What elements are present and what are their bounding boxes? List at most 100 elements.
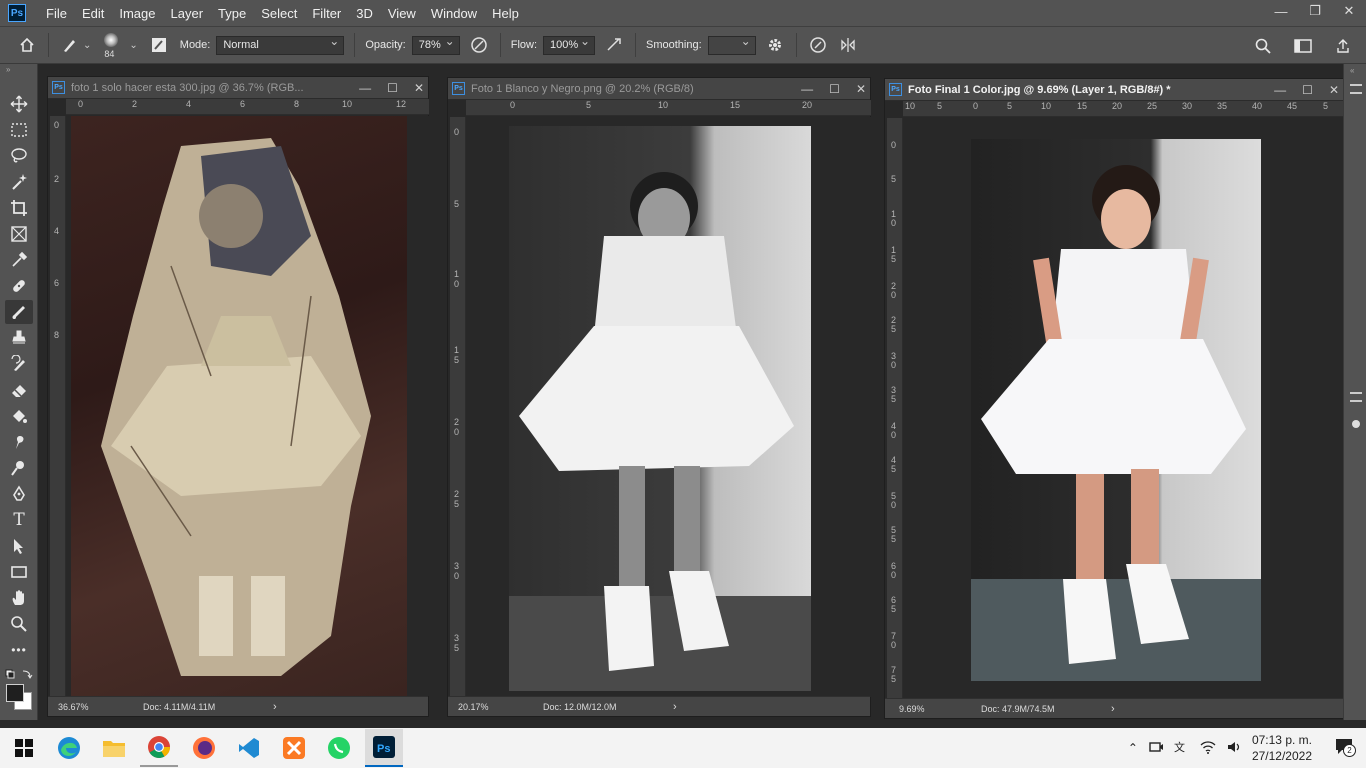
canvas[interactable] <box>904 118 1324 698</box>
chevron-down-icon[interactable]: ⌄ <box>129 40 137 51</box>
brush-size-picker[interactable]: 84 <box>99 30 125 60</box>
menu-window[interactable]: Window <box>431 6 477 21</box>
zoom-level[interactable]: 36.67% <box>58 702 143 712</box>
zoom-tool-icon[interactable] <box>5 612 33 636</box>
swap-colors-icon[interactable] <box>5 668 35 680</box>
smoothing-input[interactable] <box>707 34 756 55</box>
panel-menu-icon[interactable] <box>1350 392 1362 402</box>
chevron-right-icon[interactable]: › <box>673 701 677 713</box>
xampp-icon[interactable] <box>275 729 313 767</box>
notification-center-icon[interactable]: 2 <box>1334 736 1358 760</box>
marquee-tool-icon[interactable] <box>5 118 33 142</box>
mode-select[interactable]: Normal <box>216 34 345 55</box>
home-icon[interactable] <box>16 34 38 56</box>
edge-icon[interactable] <box>50 729 88 767</box>
doc-close-button[interactable]: ✕ <box>414 81 424 95</box>
chevron-up-icon[interactable]: ⌃ <box>1128 741 1138 755</box>
collapse-icon[interactable]: « <box>1350 66 1354 75</box>
chevron-right-icon[interactable]: › <box>1111 703 1115 715</box>
wifi-icon[interactable] <box>1200 739 1216 758</box>
search-icon[interactable] <box>1252 35 1274 57</box>
menu-help[interactable]: Help <box>492 6 519 21</box>
vertical-ruler[interactable]: 0 2 4 6 8 <box>50 116 66 696</box>
frame-tool-icon[interactable] <box>5 222 33 246</box>
close-button[interactable]: ✕ <box>1332 0 1366 22</box>
doc-minimize-button[interactable]: — <box>1274 83 1286 97</box>
healing-brush-tool-icon[interactable] <box>5 274 33 298</box>
flow-input[interactable]: 100% <box>543 34 595 55</box>
canvas[interactable] <box>467 117 871 697</box>
panel-menu-icon[interactable] <box>1350 84 1362 94</box>
document-tab[interactable]: Ps Foto 1 Blanco y Negro.png @ 20.2% (RG… <box>448 78 870 100</box>
photoshop-taskbar-icon[interactable]: Ps <box>365 729 403 767</box>
restore-button[interactable]: ❐ <box>1298 0 1332 22</box>
system-clock[interactable]: 07:13 p. m. 27/12/2022 <box>1252 732 1312 764</box>
horizontal-ruler[interactable]: 10 5 0 5 10 15 20 25 30 35 40 45 5 <box>903 101 1344 117</box>
menu-filter[interactable]: Filter <box>312 6 341 21</box>
chevron-right-icon[interactable]: › <box>273 701 277 713</box>
menu-3d[interactable]: 3D <box>356 6 373 21</box>
clone-stamp-tool-icon[interactable] <box>5 326 33 350</box>
symmetry-icon[interactable] <box>837 34 859 56</box>
doc-close-button[interactable]: ✕ <box>1329 83 1339 97</box>
menu-image[interactable]: Image <box>119 6 155 21</box>
whatsapp-icon[interactable] <box>320 729 358 767</box>
doc-minimize-button[interactable]: — <box>801 82 813 96</box>
airbrush-icon[interactable] <box>603 34 625 56</box>
rectangle-tool-icon[interactable] <box>5 560 33 584</box>
menu-type[interactable]: Type <box>218 6 246 21</box>
share-icon[interactable] <box>1332 35 1354 57</box>
doc-maximize-button[interactable]: ☐ <box>829 82 840 96</box>
brush-preset-icon[interactable] <box>59 34 81 56</box>
paint-bucket-tool-icon[interactable] <box>5 404 33 428</box>
horizontal-ruler[interactable]: 0 2 4 6 8 10 12 <box>66 99 429 115</box>
horizontal-ruler[interactable]: 0 5 10 15 20 <box>466 100 871 116</box>
vertical-ruler[interactable]: 0 5 1 0 1 5 2 0 2 5 3 0 3 5 <box>450 117 466 697</box>
smudge-tool-icon[interactable] <box>5 430 33 454</box>
brush-tool-icon[interactable] <box>5 300 33 324</box>
pen-tool-icon[interactable] <box>5 482 33 506</box>
zoom-level[interactable]: 9.69% <box>899 704 981 714</box>
crop-tool-icon[interactable] <box>5 196 33 220</box>
chrome-icon[interactable] <box>140 729 178 767</box>
pressure-opacity-icon[interactable] <box>468 34 490 56</box>
menu-layer[interactable]: Layer <box>171 6 204 21</box>
doc-maximize-button[interactable]: ☐ <box>387 81 398 95</box>
brush-settings-icon[interactable] <box>148 34 170 56</box>
windows-start-icon[interactable] <box>5 729 43 767</box>
foreground-color-swatch[interactable] <box>6 684 24 702</box>
collapse-icon[interactable]: » <box>6 65 10 74</box>
lasso-tool-icon[interactable] <box>5 144 33 168</box>
color-swatches[interactable] <box>6 684 34 712</box>
menu-file[interactable]: File <box>46 6 67 21</box>
opacity-input[interactable]: 78% <box>411 34 460 55</box>
hand-tool-icon[interactable] <box>5 586 33 610</box>
more-tools-icon[interactable]: ••• <box>5 638 33 662</box>
vertical-ruler[interactable]: 0 5 1 0 1 5 2 0 2 5 3 0 3 5 4 0 4 5 5 0 … <box>887 118 903 698</box>
file-explorer-icon[interactable] <box>95 729 133 767</box>
pressure-size-icon[interactable] <box>807 34 829 56</box>
meet-icon[interactable] <box>1148 739 1164 758</box>
document-tab[interactable]: Ps Foto Final 1 Color.jpg @ 9.69% (Layer… <box>885 79 1343 101</box>
chevron-down-icon[interactable]: ⌄ <box>83 40 91 51</box>
doc-close-button[interactable]: ✕ <box>856 82 866 96</box>
dodge-tool-icon[interactable] <box>5 456 33 480</box>
minimize-button[interactable]: — <box>1264 0 1298 22</box>
type-tool-icon[interactable]: T <box>5 508 33 532</box>
eraser-tool-icon[interactable] <box>5 378 33 402</box>
menu-view[interactable]: View <box>388 6 416 21</box>
move-tool-icon[interactable] <box>5 92 33 116</box>
firefox-icon[interactable] <box>185 729 223 767</box>
workspace-icon[interactable] <box>1292 35 1314 57</box>
history-brush-tool-icon[interactable] <box>5 352 33 376</box>
path-select-tool-icon[interactable] <box>5 534 33 558</box>
vscode-icon[interactable] <box>230 729 268 767</box>
menu-edit[interactable]: Edit <box>82 6 104 21</box>
panel-dot-icon[interactable] <box>1352 420 1360 428</box>
doc-minimize-button[interactable]: — <box>359 81 371 95</box>
doc-maximize-button[interactable]: ☐ <box>1302 83 1313 97</box>
document-tab[interactable]: Ps foto 1 solo hacer esta 300.jpg @ 36.7… <box>48 77 428 99</box>
menu-select[interactable]: Select <box>261 6 297 21</box>
volume-icon[interactable] <box>1226 739 1242 758</box>
language-icon[interactable]: 文 <box>1174 739 1190 758</box>
